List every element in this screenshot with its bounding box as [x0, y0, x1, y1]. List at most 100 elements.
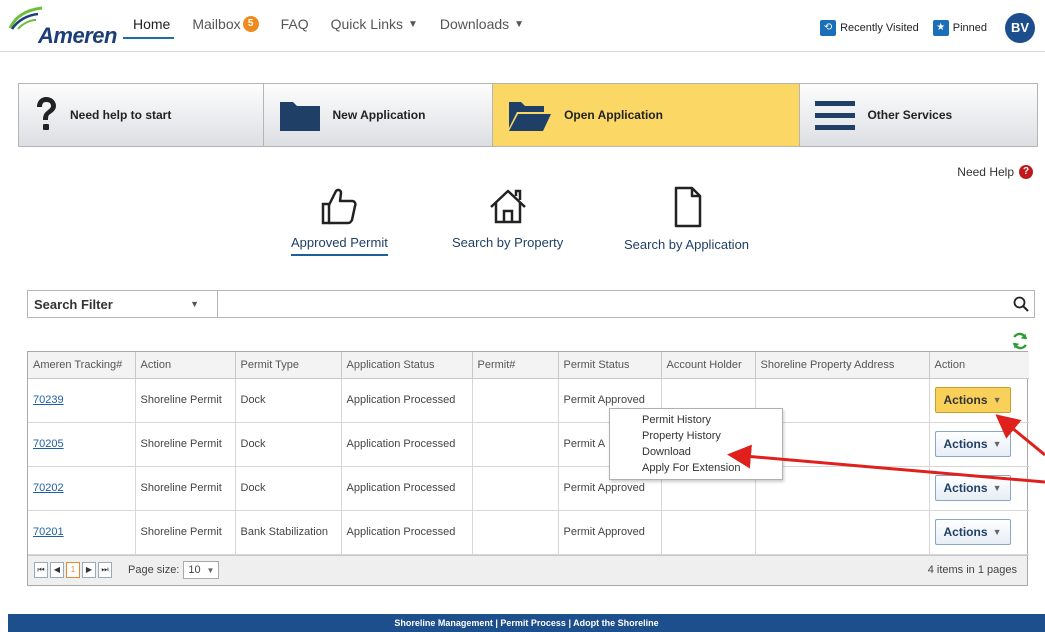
- menu-item-apply-for-extension[interactable]: Apply For Extension: [610, 460, 782, 476]
- pager-info: 4 items in 1 pages: [927, 564, 1017, 576]
- tile-other-services[interactable]: Other Services: [800, 84, 1037, 146]
- action-cell: Shoreline Permit: [135, 466, 236, 511]
- application-status-cell: Application Processed: [341, 378, 473, 423]
- tile-label: Open Application: [564, 108, 663, 122]
- caret-down-icon: ▼: [190, 299, 199, 309]
- previous-page-icon[interactable]: ◀: [50, 562, 64, 578]
- pinned-label: Pinned: [952, 22, 987, 34]
- first-page-icon[interactable]: ⏮: [34, 562, 48, 578]
- recently-visited-button[interactable]: ⟲ Recently Visited: [820, 20, 919, 36]
- application-status-cell: Application Processed: [341, 422, 473, 467]
- permits-grid: Ameren Tracking# Action Permit Type Appl…: [27, 351, 1029, 586]
- tile-label: Need help to start: [70, 108, 172, 122]
- question-mark-icon: [34, 96, 58, 134]
- caret-down-icon: ▼: [407, 18, 418, 30]
- page-size-value: 10: [188, 564, 201, 576]
- menu-item-download[interactable]: Download: [610, 444, 782, 460]
- tracking-link[interactable]: 70205: [33, 438, 64, 450]
- need-help-label: Need Help: [957, 165, 1014, 179]
- nav-mailbox[interactable]: Mailbox 5: [192, 16, 259, 32]
- search-filter-select[interactable]: Search Filter ▼: [28, 291, 218, 317]
- tracking-link[interactable]: 70201: [33, 526, 64, 538]
- column-header[interactable]: Action: [135, 352, 236, 379]
- table-row: 70239 Shoreline Permit Dock Application …: [28, 378, 1029, 423]
- tracking-cell: 70202: [28, 466, 136, 511]
- need-help-link[interactable]: Need Help ?: [957, 165, 1033, 179]
- nav-downloads[interactable]: Downloads ▼: [440, 16, 524, 32]
- property-address-cell: [755, 510, 930, 555]
- actions-dropdown-button[interactable]: Actions ▼: [934, 475, 1011, 501]
- account-holder-cell: [661, 510, 756, 555]
- column-header[interactable]: Permit Type: [235, 352, 342, 379]
- column-header[interactable]: Ameren Tracking#: [28, 352, 136, 379]
- search-filter-input[interactable]: [218, 291, 1008, 317]
- folder-open-icon: [508, 98, 552, 132]
- page-number-button[interactable]: 1: [66, 562, 80, 578]
- tab-label: Approved Permit: [291, 235, 388, 256]
- permit-number-cell: [472, 422, 559, 467]
- grid-pager: ⏮ ◀ 1 ▶ ⏭ Page size: 10 ▼ 4 items in 1 p…: [28, 554, 1027, 585]
- help-question-icon: ?: [1019, 165, 1033, 179]
- top-right-actions: ⟲ Recently Visited ★ Pinned BV: [820, 13, 1035, 43]
- top-navigation-bar: Ameren Home Mailbox 5 FAQ Quick Links ▼ …: [0, 0, 1045, 52]
- nav-downloads-label: Downloads: [439, 16, 510, 32]
- tracking-cell: 70239: [28, 378, 136, 423]
- actions-dropdown-button[interactable]: Actions ▼: [934, 519, 1011, 545]
- nav-home[interactable]: Home: [122, 16, 175, 39]
- footer-link-adopt-the-shoreline[interactable]: Adopt the Shoreline: [573, 618, 659, 628]
- page-footer: Shoreline Management | Permit Process | …: [8, 614, 1045, 632]
- tracking-link[interactable]: 70202: [33, 482, 64, 494]
- tab-search-by-property[interactable]: Search by Property: [452, 186, 563, 254]
- document-icon: [667, 186, 707, 231]
- caret-down-icon: ▼: [206, 565, 215, 575]
- caret-down-icon: ▼: [992, 527, 1002, 537]
- nav-mailbox-label: Mailbox: [192, 16, 241, 32]
- tracking-link[interactable]: 70239: [33, 394, 64, 406]
- permit-number-cell: [472, 510, 559, 555]
- column-header[interactable]: Action: [929, 352, 1029, 379]
- thumbs-up-icon: [319, 188, 359, 229]
- search-icon[interactable]: [1008, 291, 1034, 317]
- folder-icon: [279, 98, 321, 132]
- actions-label: Actions: [943, 437, 988, 451]
- pinned-button[interactable]: ★ Pinned: [932, 20, 987, 36]
- footer-link-permit-process[interactable]: Permit Process: [500, 618, 566, 628]
- table-row: 70201 Shoreline Permit Bank Stabilizatio…: [28, 510, 1029, 555]
- tab-label: Search by Application: [624, 237, 750, 252]
- table-row: 70202 Shoreline Permit Dock Application …: [28, 466, 1029, 511]
- footer-link-shoreline-management[interactable]: Shoreline Management: [394, 618, 493, 628]
- caret-down-icon: ▼: [514, 18, 525, 30]
- logo-text: Ameren: [38, 23, 117, 48]
- tab-approved-permit[interactable]: Approved Permit: [291, 186, 388, 256]
- actions-label: Actions: [943, 393, 988, 407]
- menu-item-property-history[interactable]: Property History: [610, 428, 782, 444]
- permit-number-cell: [472, 466, 559, 511]
- column-header[interactable]: Permit#: [472, 352, 559, 379]
- next-page-icon[interactable]: ▶: [82, 562, 96, 578]
- nav-quick-links[interactable]: Quick Links ▼: [331, 16, 418, 32]
- main-nav: Home Mailbox 5 FAQ Quick Links ▼ Downloa…: [122, 16, 546, 39]
- grid-header-row: Ameren Tracking# Action Permit Type Appl…: [28, 352, 1029, 379]
- actions-context-menu: Permit History Property History Download…: [609, 408, 783, 480]
- column-header[interactable]: Permit Status: [558, 352, 662, 379]
- tab-search-by-application[interactable]: Search by Application: [624, 186, 749, 256]
- caret-down-icon: ▼: [992, 439, 1002, 449]
- last-page-icon[interactable]: ⏭: [98, 562, 112, 578]
- page-size-select[interactable]: 10 ▼: [183, 561, 220, 579]
- actions-dropdown-button[interactable]: Actions ▼: [934, 431, 1011, 457]
- tile-need-help-to-start[interactable]: Need help to start: [19, 84, 264, 146]
- caret-down-icon: ▼: [992, 395, 1002, 405]
- actions-dropdown-button[interactable]: Actions ▼: [934, 387, 1011, 413]
- tile-new-application[interactable]: New Application: [263, 84, 494, 146]
- recently-visited-label: Recently Visited: [840, 22, 919, 34]
- column-header[interactable]: Application Status: [341, 352, 473, 379]
- menu-item-permit-history[interactable]: Permit History: [610, 412, 782, 428]
- tile-open-application[interactable]: Open Application: [493, 84, 801, 146]
- column-header[interactable]: Shoreline Property Address: [755, 352, 930, 379]
- user-avatar[interactable]: BV: [1005, 13, 1035, 43]
- nav-faq[interactable]: FAQ: [281, 16, 309, 32]
- ameren-logo[interactable]: Ameren: [8, 6, 128, 48]
- application-status-cell: Application Processed: [341, 510, 473, 555]
- column-header[interactable]: Account Holder: [661, 352, 756, 379]
- tile-label: Other Services: [867, 108, 953, 122]
